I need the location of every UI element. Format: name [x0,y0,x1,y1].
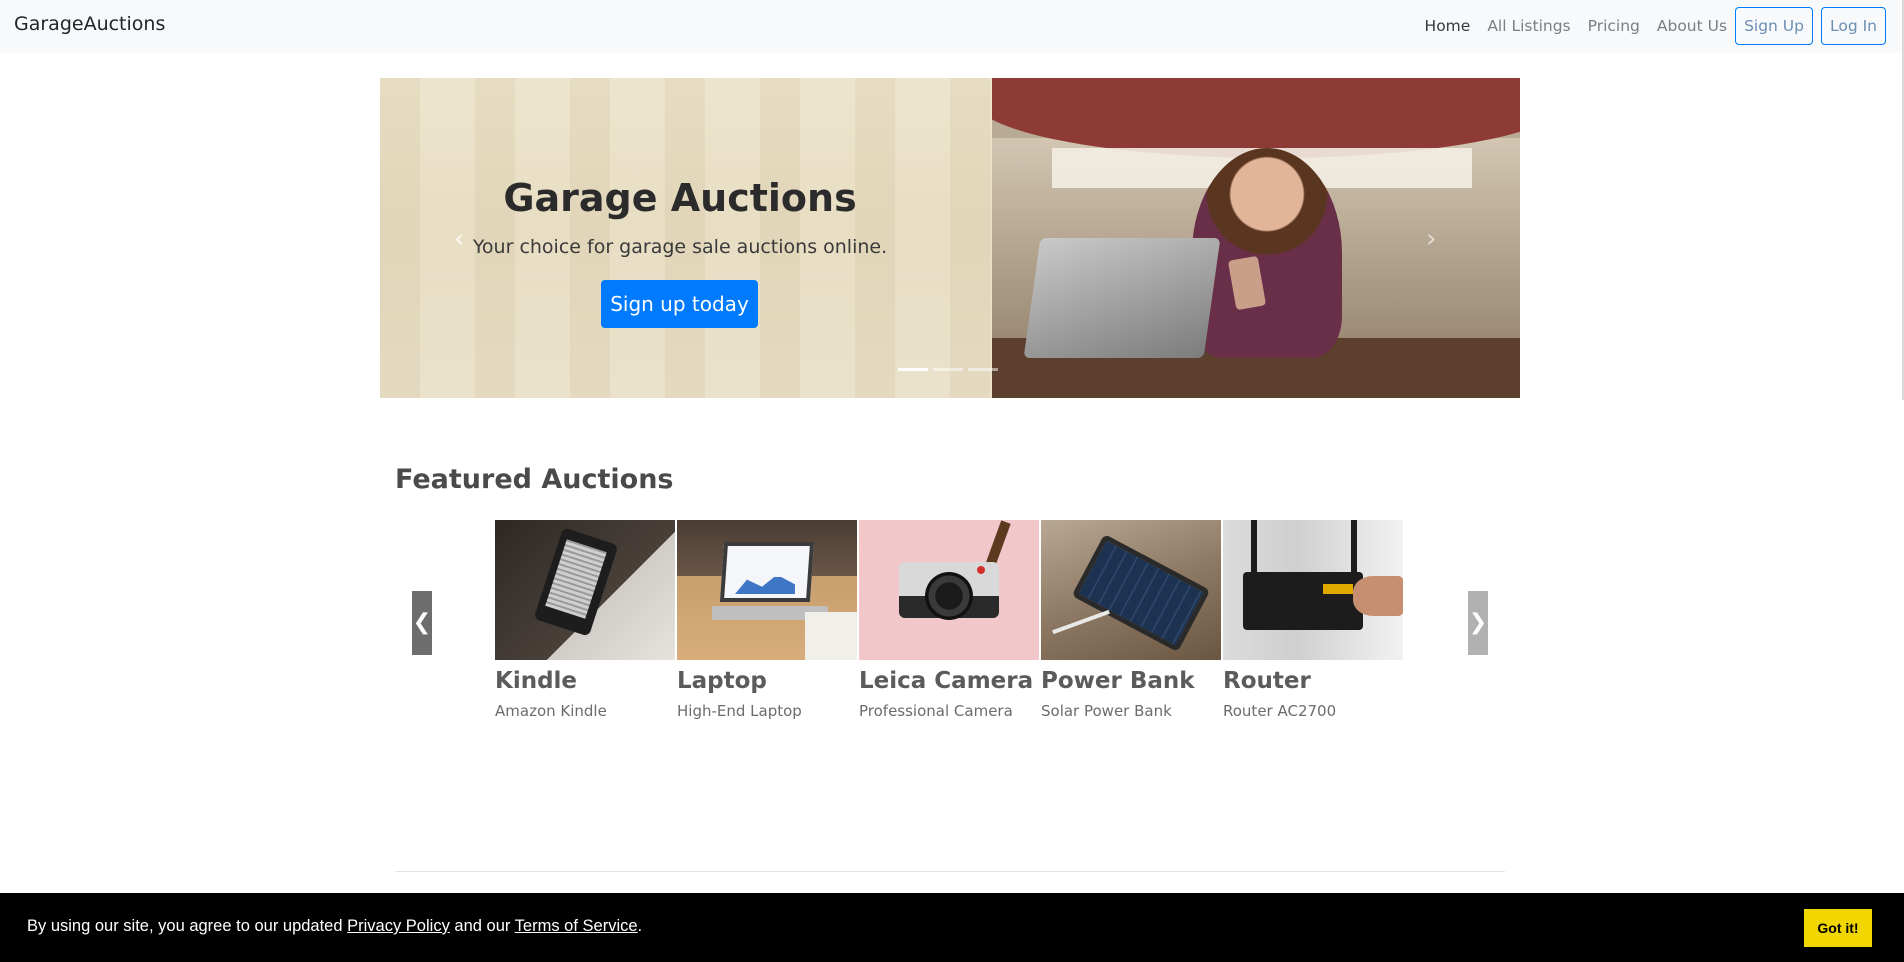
featured-cards: Kindle Amazon Kindle Laptop High-End Lap… [495,520,1405,720]
power-bank-cable [1052,609,1110,635]
terms-of-service-link[interactable]: Terms of Service [515,917,638,935]
laptop-image[interactable] [677,520,857,660]
carousel-indicator-3[interactable] [968,368,998,371]
cookie-text-after: . [637,917,643,935]
arrow-right-icon: ❯ [1468,610,1488,635]
card-title[interactable]: Kindle [495,668,677,694]
card-description: Amazon Kindle [495,702,607,720]
featured-next-button[interactable]: ❯ [1468,591,1488,655]
hero-title: Garage Auctions [503,176,857,220]
cookie-consent-bar: By using our site, you agree to our upda… [0,893,1904,962]
auction-card-laptop[interactable]: Laptop High-End Laptop [677,520,859,720]
laptop-paper [805,612,857,660]
chevron-right-icon[interactable]: › [1426,224,1454,256]
router-antenna-left [1251,520,1257,580]
cookie-accept-button[interactable]: Got it! [1804,909,1872,947]
kindle-image[interactable] [495,520,675,660]
router-hand [1353,576,1403,616]
arrow-left-icon: ❮ [412,610,432,635]
carousel-indicator-1[interactable] [898,368,928,371]
carousel-indicators [898,368,1003,371]
section-divider [395,871,1505,872]
camera-red-dot [977,566,985,574]
carousel-indicator-2[interactable] [933,368,963,371]
nav-link-about-us[interactable]: About Us [1657,17,1727,35]
nav-links: Home All Listings Pricing About Us Sign … [1408,4,1886,48]
chevron-left-icon[interactable]: ‹ [454,224,482,256]
signup-today-button[interactable]: Sign up today [601,280,758,328]
auction-card-router[interactable]: Router Router AC2700 [1223,520,1405,720]
cookie-message: By using our site, you agree to our upda… [27,917,642,936]
router-body [1243,572,1363,630]
card-title[interactable]: Power Bank [1041,668,1223,694]
nav-link-all-listings[interactable]: All Listings [1487,17,1570,35]
router-antenna-right [1351,520,1357,580]
card-description: Professional Camera [859,702,1013,720]
hero-carousel: Garage Auctions Your choice for garage s… [380,78,1520,398]
login-button[interactable]: Log In [1820,7,1886,45]
card-title[interactable]: Router [1223,668,1405,694]
nav-link-home[interactable]: Home [1425,17,1471,35]
card-title[interactable]: Laptop [677,668,859,694]
auction-card-leica-camera[interactable]: Leica Camera Professional Camera [859,520,1041,720]
cookie-text-middle: and our [449,917,515,935]
camera-lens [925,572,973,620]
power-bank-image[interactable] [1041,520,1221,660]
router-image[interactable] [1223,520,1403,660]
card-description: Router AC2700 [1223,702,1337,720]
card-title[interactable]: Leica Camera [859,668,1041,694]
router-port [1323,584,1353,594]
privacy-policy-link[interactable]: Privacy Policy [347,917,450,935]
card-description: Solar Power Bank [1041,702,1172,720]
featured-prev-button[interactable]: ❮ [412,591,432,655]
nav-link-pricing[interactable]: Pricing [1588,17,1640,35]
cookie-text-before: By using our site, you agree to our upda… [27,917,348,935]
brand-logo[interactable]: GarageAuctions [14,13,165,35]
card-description: High-End Laptop [677,702,802,720]
navbar: GarageAuctions Home All Listings Pricing… [0,0,1904,53]
power-bank-device [1071,533,1211,653]
camera-image[interactable] [859,520,1039,660]
auction-card-kindle[interactable]: Kindle Amazon Kindle [495,520,677,720]
auction-card-power-bank[interactable]: Power Bank Solar Power Bank [1041,520,1223,720]
hero-image-laptop [1023,238,1221,358]
signup-button[interactable]: Sign Up [1735,7,1813,45]
featured-auctions-title: Featured Auctions [395,464,674,495]
